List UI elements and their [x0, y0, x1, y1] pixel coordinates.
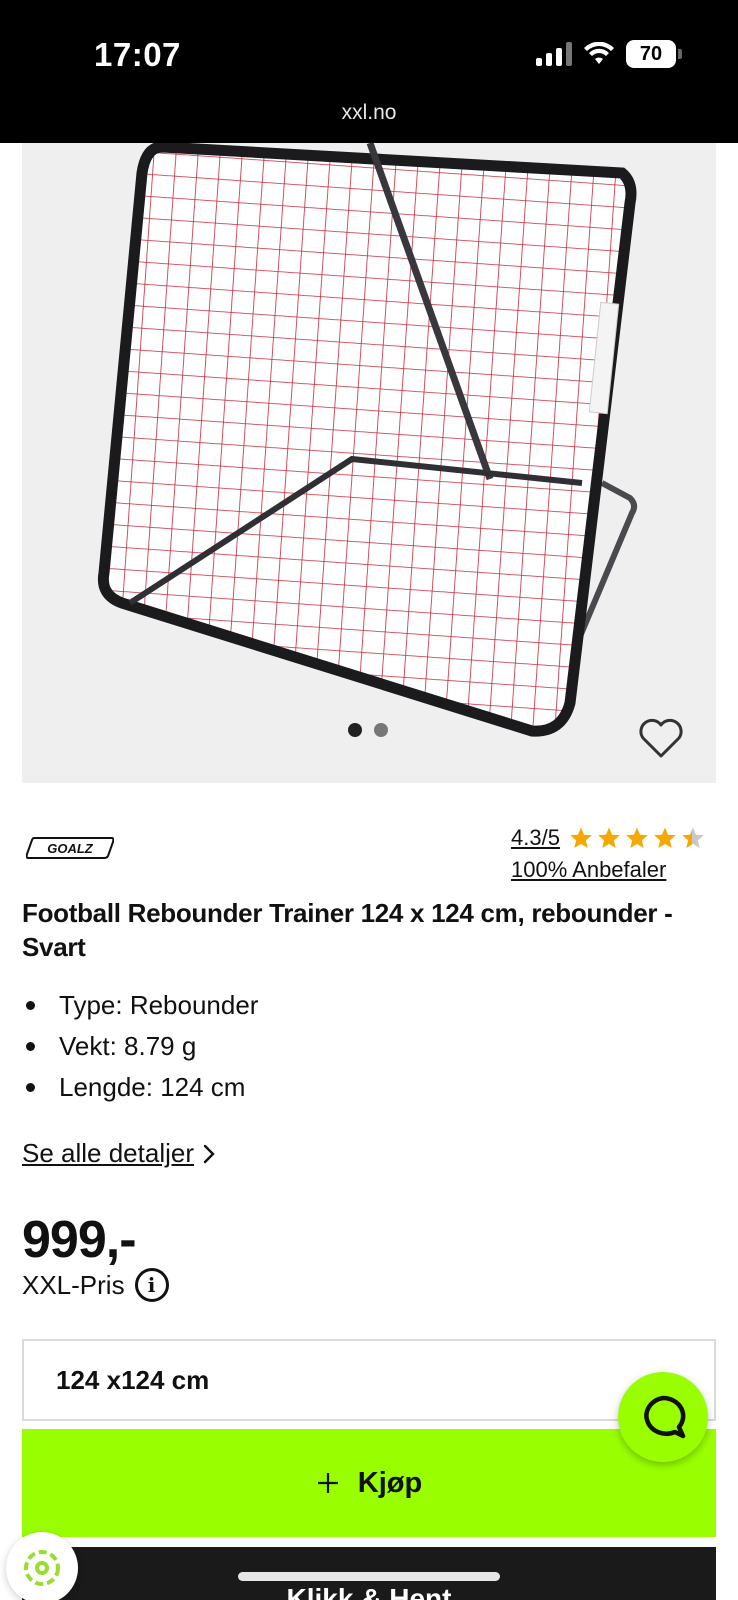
buy-button[interactable]: Kjøp: [22, 1429, 716, 1537]
brand-name: GOALZ: [47, 841, 94, 856]
status-icons: 70: [536, 40, 682, 68]
home-indicator: [238, 1572, 500, 1581]
see-all-details-link[interactable]: Se alle detaljer: [22, 1138, 216, 1169]
product-title: Football Rebounder Trainer 124 x 124 cm,…: [22, 898, 673, 962]
product-image-carousel[interactable]: [22, 143, 716, 783]
rating-score[interactable]: 4.3/5: [511, 825, 560, 851]
spec-item: Type: Rebounder: [22, 985, 258, 1026]
star-icon: [654, 827, 676, 848]
browser-url[interactable]: xxl.no: [0, 101, 738, 125]
recommend-link[interactable]: 100% Anbefaler: [511, 857, 706, 883]
status-time: 17:07: [94, 36, 181, 73]
star-icon: [570, 827, 592, 848]
click-collect-label: Klikk & Hent: [286, 1583, 452, 1600]
rating-block[interactable]: 4.3/5 100% Anbefaler: [511, 825, 706, 883]
plus-icon: [317, 1473, 338, 1493]
star-half-icon: [682, 827, 704, 848]
spec-text: Vekt: 8.79 g: [59, 1031, 197, 1061]
wifi-icon: [584, 42, 614, 64]
star-icon: [598, 827, 620, 848]
battery-icon: 70: [626, 40, 682, 68]
price-label-row: XXL-Pris i: [22, 1268, 169, 1302]
carousel-dot[interactable]: [348, 723, 362, 737]
spec-item: Lengde: 124 cm: [22, 1067, 258, 1108]
chat-bubble-icon: [644, 1395, 686, 1439]
info-icon[interactable]: i: [134, 1268, 169, 1302]
product-price: 999,-: [22, 1211, 137, 1269]
bullet: [26, 1083, 35, 1092]
product-image: [22, 143, 716, 783]
size-selector[interactable]: 124 x124 cm: [22, 1339, 716, 1421]
gear-leaf-icon: [24, 1550, 60, 1586]
bullet: [26, 1001, 35, 1010]
spec-item: Vekt: 8.79 g: [22, 1026, 258, 1067]
spec-text: Type: Rebounder: [59, 990, 259, 1020]
price-label: XXL-Pris: [22, 1269, 125, 1300]
details-link-label: Se alle detaljer: [22, 1138, 194, 1168]
chevron-right-icon: [203, 1144, 215, 1163]
cellular-signal-icon: [536, 42, 572, 66]
star-icon: [626, 827, 648, 848]
accessibility-widget-button[interactable]: [6, 1532, 78, 1600]
carousel-dot[interactable]: [374, 723, 388, 737]
chat-button[interactable]: [618, 1372, 708, 1462]
brand-logo[interactable]: GOALZ: [26, 836, 114, 860]
rating-stars: [568, 826, 706, 850]
buy-button-label: Kjøp: [357, 1466, 423, 1499]
favorite-heart-icon[interactable]: [638, 717, 684, 759]
spec-text: Lengde: 124 cm: [59, 1072, 246, 1102]
status-bar: 17:07 70 xxl.no: [0, 0, 738, 143]
selected-size: 124 x124 cm: [56, 1364, 210, 1395]
bullet: [26, 1042, 35, 1051]
carousel-dots: [348, 723, 388, 737]
spec-list: Type: Rebounder Vekt: 8.79 g Lengde: 124…: [22, 985, 258, 1108]
